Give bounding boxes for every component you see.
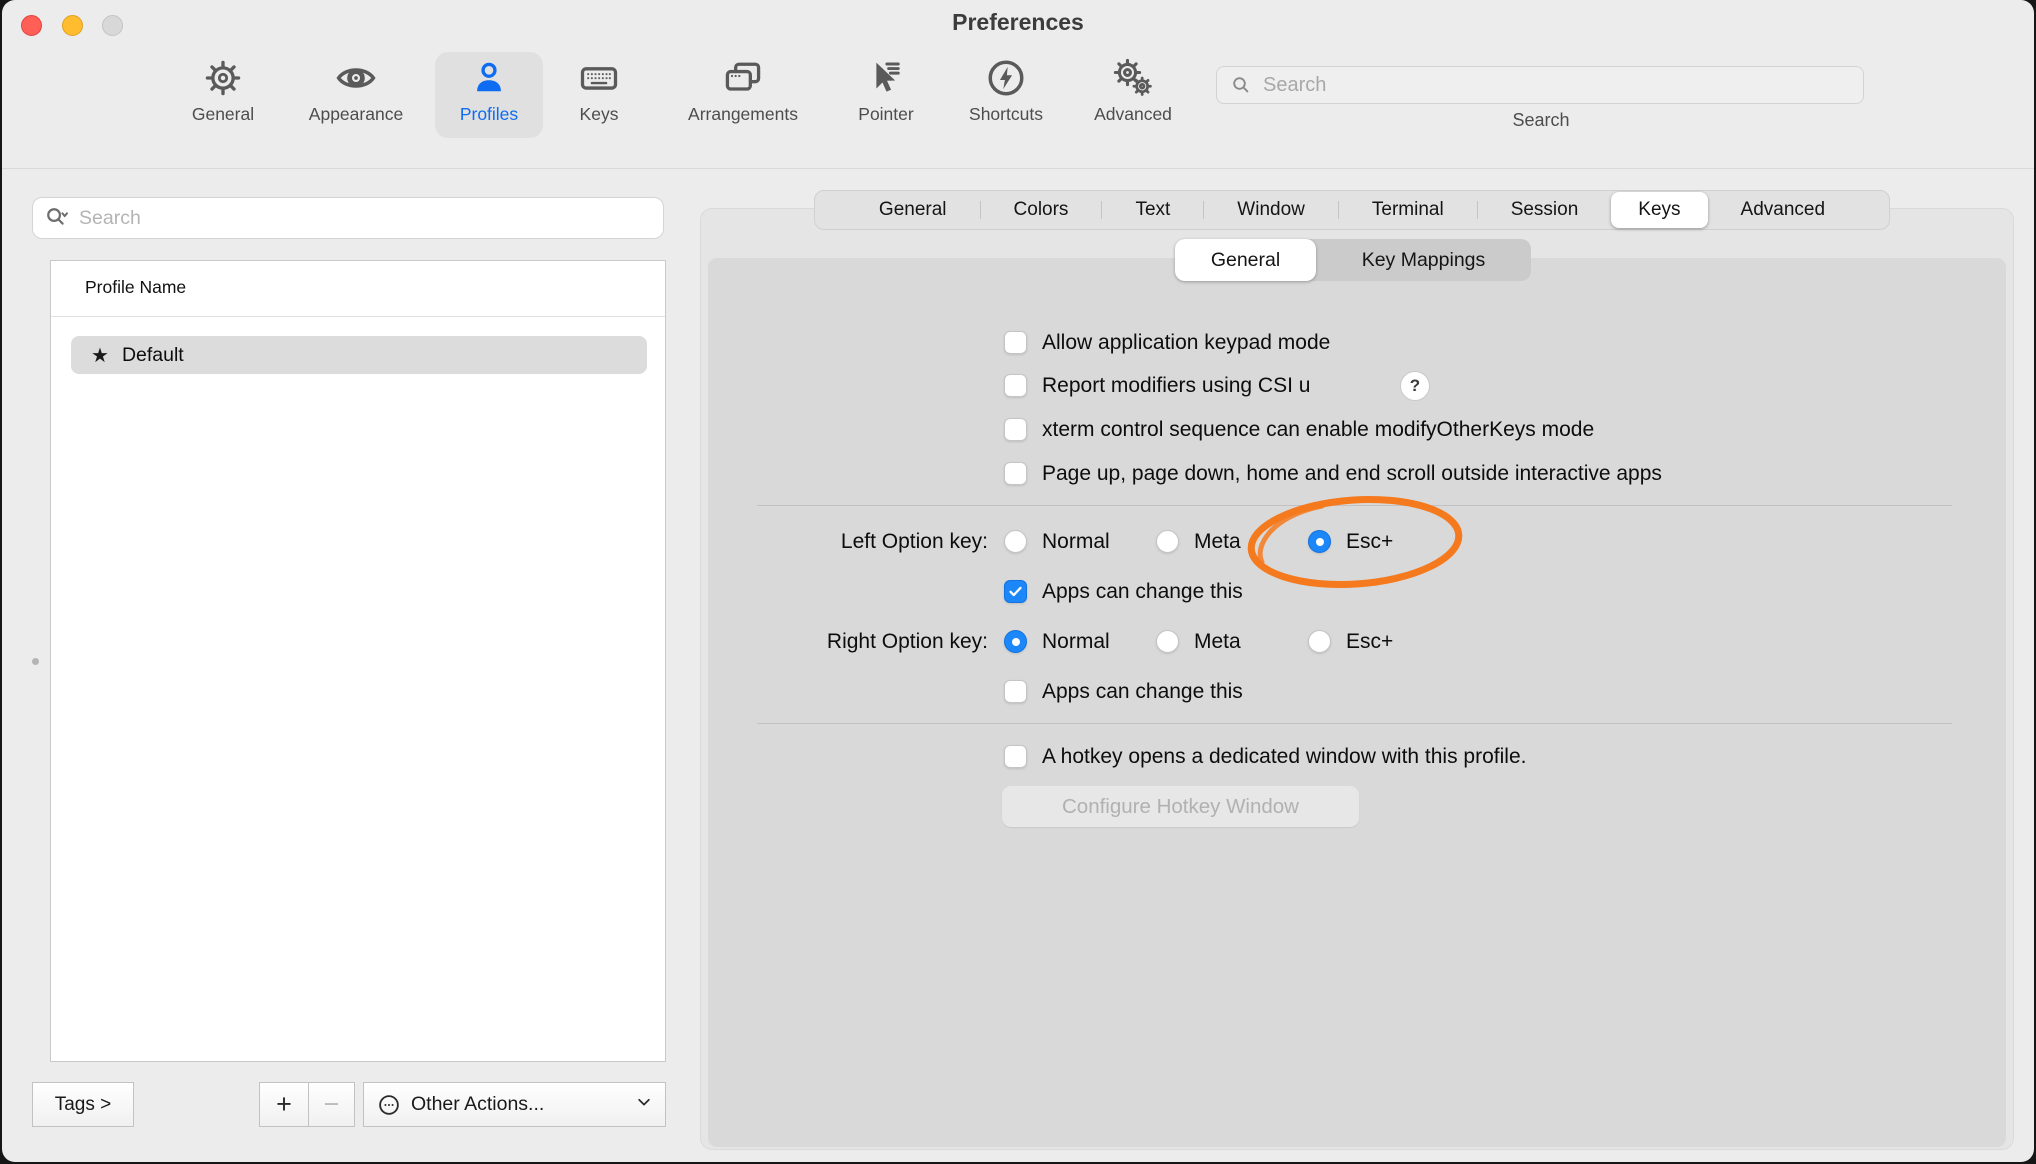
subtab-key-mappings[interactable]: Key Mappings <box>1316 239 1531 281</box>
divider <box>51 316 665 317</box>
toolbar-item-shortcuts[interactable]: Shortcuts <box>946 55 1066 125</box>
other-actions-label: Other Actions... <box>411 1093 635 1116</box>
toolbar-label: Pointer <box>858 104 913 125</box>
search-menu-icon <box>43 204 71 232</box>
toolbar-item-arrangements[interactable]: Arrangements <box>673 55 813 125</box>
toolbar-item-advanced[interactable]: Advanced <box>1073 55 1193 125</box>
bolt-circle-icon <box>983 55 1029 101</box>
profile-search-field[interactable] <box>32 197 664 239</box>
radio-label: Esc+ <box>1346 627 1393 657</box>
remove-profile-button[interactable]: − <box>308 1082 355 1127</box>
radio-label: Esc+ <box>1346 527 1393 557</box>
profile-tabbar: General Colors Text Window Terminal Sess… <box>814 190 1890 230</box>
toolbar-search-input[interactable] <box>1261 73 1851 98</box>
divider <box>757 505 1952 506</box>
toolbar-label: Arrangements <box>688 104 798 125</box>
subtab-general[interactable]: General <box>1175 239 1316 281</box>
toolbar-search-caption: Search <box>1441 110 1641 131</box>
tags-button-label: Tags > <box>55 1094 112 1116</box>
tab-terminal[interactable]: Terminal <box>1339 191 1477 229</box>
checkbox-modify-other-keys[interactable] <box>1004 418 1027 441</box>
toolbar-item-profiles[interactable]: Profiles <box>429 55 549 125</box>
ellipsis-circle-icon <box>376 1092 402 1118</box>
cursor-icon <box>863 55 909 101</box>
tags-button[interactable]: Tags > <box>32 1082 134 1127</box>
checkbox-right-apps-can-change[interactable] <box>1004 680 1027 703</box>
divider <box>757 723 1952 724</box>
radio-label: Normal <box>1042 627 1110 657</box>
gears-icon <box>1110 55 1156 101</box>
star-icon: ★ <box>91 343 109 368</box>
toolbar-search-field[interactable] <box>1216 66 1864 104</box>
profile-list-panel: Profile Name ★ Default <box>50 260 666 1062</box>
toolbar-item-appearance[interactable]: Appearance <box>296 55 416 125</box>
checkbox-csi-u[interactable] <box>1004 374 1027 397</box>
radio-right-option-esc[interactable] <box>1308 630 1331 653</box>
checkbox-label: xterm control sequence can enable modify… <box>1042 415 1594 445</box>
edge-dot <box>32 658 39 665</box>
checkbox-label: Apps can change this <box>1042 677 1243 707</box>
tab-keys[interactable]: Keys <box>1611 192 1707 228</box>
checkbox-keypad-mode[interactable] <box>1004 331 1027 354</box>
profile-search-input[interactable] <box>77 206 653 231</box>
radio-right-option-meta[interactable] <box>1156 630 1179 653</box>
right-option-key-label: Right Option key: <box>648 627 988 657</box>
radio-left-option-meta[interactable] <box>1156 530 1179 553</box>
radio-right-option-normal[interactable] <box>1004 630 1027 653</box>
toolbar-label: General <box>192 104 254 125</box>
checkbox-label: Allow application keypad mode <box>1042 328 1330 358</box>
toolbar-label: Shortcuts <box>969 104 1043 125</box>
keyboard-icon <box>576 55 622 101</box>
checkbox-left-apps-can-change[interactable] <box>1004 580 1027 603</box>
checkbox-label: A hotkey opens a dedicated window with t… <box>1042 742 1526 772</box>
tab-text[interactable]: Text <box>1102 191 1203 229</box>
toolbar-item-pointer[interactable]: Pointer <box>826 55 946 125</box>
toolbar-item-keys[interactable]: Keys <box>539 55 659 125</box>
radio-left-option-esc[interactable] <box>1308 530 1331 553</box>
radio-label: Meta <box>1194 627 1241 657</box>
help-button[interactable]: ? <box>1400 371 1430 401</box>
preferences-window: Preferences General Appearance Profiles … <box>2 0 2034 1162</box>
other-actions-dropdown[interactable]: Other Actions... <box>363 1082 666 1127</box>
tab-advanced[interactable]: Advanced <box>1708 191 1859 229</box>
window-title: Preferences <box>2 9 2034 36</box>
tab-general[interactable]: General <box>846 191 980 229</box>
toolbar-label: Profiles <box>460 104 518 125</box>
configure-hotkey-window-button: Configure Hotkey Window <box>1002 786 1359 827</box>
checkbox-label: Apps can change this <box>1042 577 1243 607</box>
checkbox-scroll-outside-apps[interactable] <box>1004 462 1027 485</box>
checkbox-label: Report modifiers using CSI u <box>1042 371 1310 401</box>
minus-icon: − <box>324 1089 340 1120</box>
checkbox-label: Page up, page down, home and end scroll … <box>1042 459 1662 489</box>
toolbar-label: Keys <box>580 104 619 125</box>
radio-label: Normal <box>1042 527 1110 557</box>
toolbar-item-general[interactable]: General <box>163 55 283 125</box>
checkbox-hotkey-window[interactable] <box>1004 745 1027 768</box>
keys-subtabs: General Key Mappings <box>1175 239 1531 281</box>
profile-row-default[interactable]: ★ Default <box>71 336 647 374</box>
tab-window[interactable]: Window <box>1204 191 1338 229</box>
gear-icon <box>200 55 246 101</box>
windows-icon <box>720 55 766 101</box>
toolbar-label: Advanced <box>1094 104 1172 125</box>
toolbar-divider <box>2 168 2034 169</box>
chevron-down-icon <box>635 1093 653 1117</box>
radio-label: Meta <box>1194 527 1241 557</box>
profile-name: Default <box>122 344 184 367</box>
profile-list-header: Profile Name <box>85 277 186 298</box>
keys-content-panel <box>708 258 2006 1147</box>
tab-colors[interactable]: Colors <box>981 191 1102 229</box>
checkmark-icon <box>1007 583 1024 600</box>
tab-session[interactable]: Session <box>1478 191 1612 229</box>
add-profile-button[interactable]: + <box>259 1082 309 1127</box>
person-icon <box>466 55 512 101</box>
toolbar-label: Appearance <box>309 104 403 125</box>
eye-icon <box>333 55 379 101</box>
radio-left-option-normal[interactable] <box>1004 530 1027 553</box>
plus-icon: + <box>276 1089 292 1120</box>
search-icon <box>1229 73 1253 97</box>
left-option-key-label: Left Option key: <box>648 527 988 557</box>
